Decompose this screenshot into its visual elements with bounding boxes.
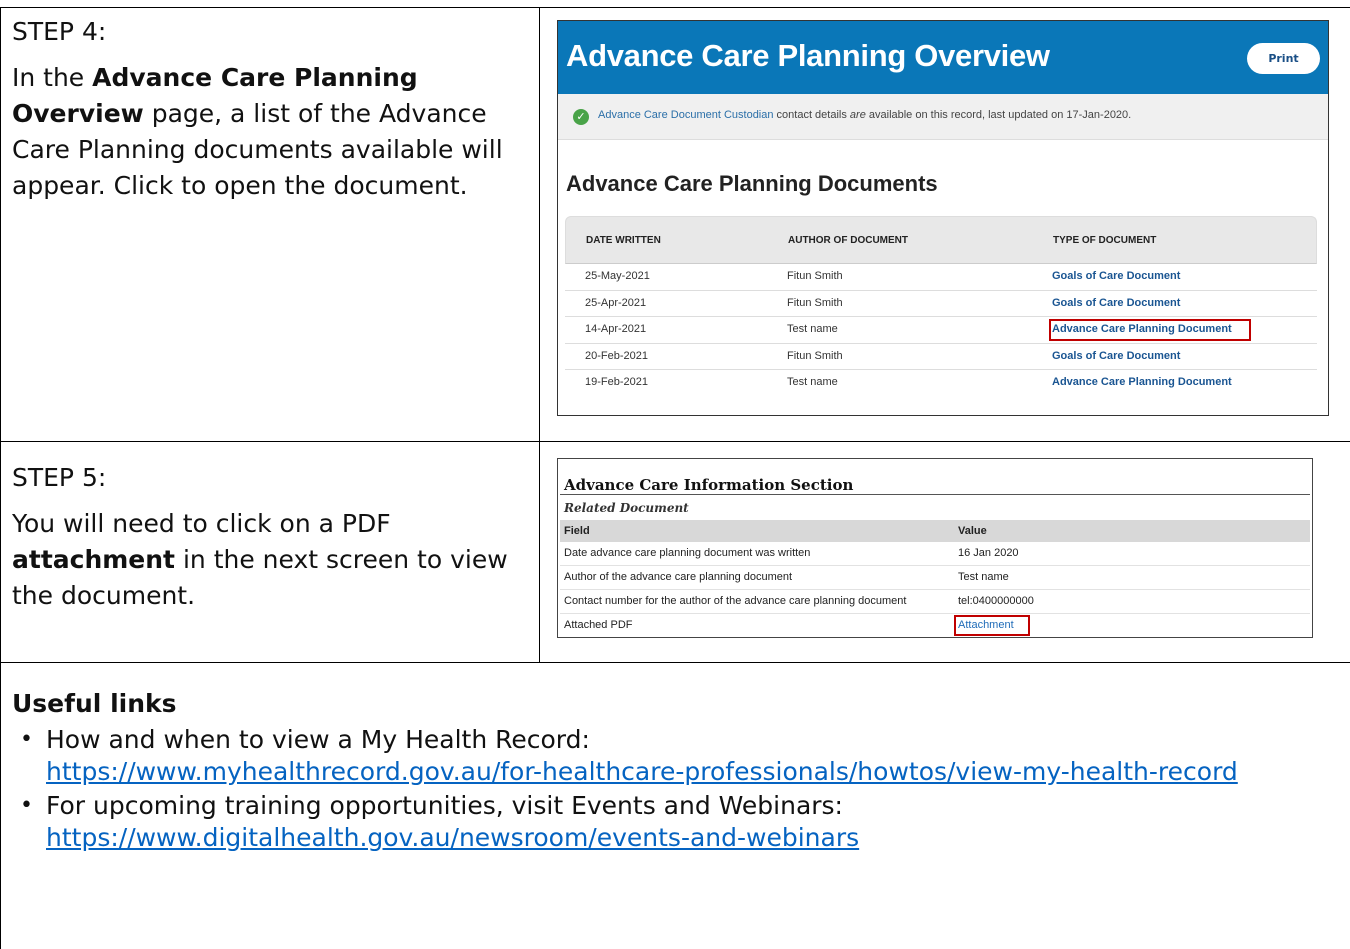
row-value: 16 Jan 2020 <box>958 547 1019 559</box>
table-row: Attached PDF Attachment <box>560 614 1310 637</box>
acp-info-table-header: Field Value <box>560 520 1310 542</box>
row-value: tel:0400000000 <box>958 595 1034 607</box>
notice-text-a: contact details <box>773 109 850 121</box>
bullet-icon: • <box>20 793 33 818</box>
row-author: Fitun Smith <box>787 270 843 282</box>
table-row: 19-Feb-2021 Test name Advance Care Plann… <box>565 370 1317 396</box>
highlight-box <box>954 615 1030 636</box>
table-row: Date advance care planning document was … <box>560 542 1310 566</box>
grid-row-divider-2 <box>0 662 1350 663</box>
row-date: 25-Apr-2021 <box>585 296 647 309</box>
acp-documents-table: DATE WRITTEN AUTHOR OF DOCUMENT TYPE OF … <box>565 216 1317 396</box>
custodian-link[interactable]: Advance Care Document Custodian <box>598 109 773 121</box>
useful-links-section: Useful links • How and when to view a My… <box>12 688 1332 856</box>
check-circle-icon: ✓ <box>573 109 589 125</box>
col-type: TYPE OF DOCUMENT <box>1053 235 1157 246</box>
print-button[interactable]: Print <box>1247 43 1320 74</box>
row-field: Attached PDF <box>564 619 633 631</box>
notice-text-b: available on this record, last updated o… <box>865 109 1132 121</box>
acp-info-screenshot: Advance Care Information Section Related… <box>557 458 1313 638</box>
view-record-link[interactable]: https://www.myhealthrecord.gov.au/for-he… <box>46 757 1238 786</box>
events-webinars-link[interactable]: https://www.digitalhealth.gov.au/newsroo… <box>46 823 859 852</box>
useful-links-list: • How and when to view a My Health Recor… <box>12 724 1332 854</box>
list-item: • How and when to view a My Health Recor… <box>12 724 1332 788</box>
bullet-icon: • <box>20 727 33 752</box>
table-row: 25-Apr-2021 Fitun Smith Goals of Care Do… <box>565 291 1317 317</box>
highlight-box <box>1049 319 1251 341</box>
table-row: 14-Apr-2021 Test name Advance Care Plann… <box>565 317 1317 344</box>
document-link[interactable]: Goals of Care Document <box>1052 350 1180 362</box>
acp-overview-banner: Advance Care Planning Overview Print <box>558 21 1328 94</box>
grid-top-line <box>0 7 1350 8</box>
custodian-notice: ✓ Advance Care Document Custodian contac… <box>558 94 1328 140</box>
document-link[interactable]: Advance Care Planning Document <box>1052 376 1232 388</box>
row-value: Test name <box>958 571 1009 583</box>
grid-row-divider-1 <box>0 441 1350 442</box>
acp-info-title: Advance Care Information Section <box>564 476 854 494</box>
row-field: Author of the advance care planning docu… <box>564 571 793 583</box>
table-row: 20-Feb-2021 Fitun Smith Goals of Care Do… <box>565 344 1317 370</box>
col-value: Value <box>958 525 987 537</box>
step4-text-a: In the <box>12 63 93 92</box>
row-date: 19-Feb-2021 <box>585 376 648 388</box>
row-author: Fitun Smith <box>787 349 843 362</box>
step4-instructions: STEP 4: In the Advance Care Planning Ove… <box>12 14 522 204</box>
step4-title: STEP 4: <box>12 17 107 46</box>
acp-info-table: Field Value Date advance care planning d… <box>560 520 1310 637</box>
row-field: Date advance care planning document was … <box>564 547 811 559</box>
custodian-notice-text: Advance Care Document Custodian contact … <box>598 109 1131 121</box>
document-link[interactable]: Goals of Care Document <box>1052 270 1180 282</box>
acp-documents-heading: Advance Care Planning Documents <box>566 171 938 196</box>
step5-text-a: You will need to click on a PDF <box>12 509 391 538</box>
grid-middle-line <box>539 7 540 663</box>
row-date: 14-Apr-2021 <box>585 323 647 335</box>
step5-text: You will need to click on a PDF attachme… <box>12 506 532 614</box>
instruction-page: STEP 4: In the Advance Care Planning Ove… <box>0 0 1350 949</box>
acp-overview-title: Advance Care Planning Overview <box>566 38 1050 73</box>
table-row: 25-May-2021 Fitun Smith Goals of Care Do… <box>565 264 1317 291</box>
acp-table-header: DATE WRITTEN AUTHOR OF DOCUMENT TYPE OF … <box>565 216 1317 264</box>
col-date-written: DATE WRITTEN <box>586 235 661 246</box>
col-author: AUTHOR OF DOCUMENT <box>788 235 908 246</box>
step5-instructions: STEP 5: You will need to click on a PDF … <box>12 460 532 614</box>
row-date: 25-May-2021 <box>585 270 650 282</box>
row-date: 20-Feb-2021 <box>585 349 648 362</box>
step5-text-bold: attachment <box>12 545 176 574</box>
notice-emphasis: are <box>849 109 866 121</box>
row-author: Fitun Smith <box>787 296 843 309</box>
step4-text: In the Advance Care Planning Overview pa… <box>12 60 522 204</box>
row-field: Contact number for the author of the adv… <box>564 595 907 607</box>
row-author: Test name <box>787 376 838 388</box>
title-rule <box>560 494 1310 495</box>
related-document-subtitle: Related Document <box>564 501 689 515</box>
document-link[interactable]: Goals of Care Document <box>1052 297 1180 309</box>
useful-links-heading: Useful links <box>12 689 177 718</box>
col-field: Field <box>564 525 590 537</box>
list-item: • For upcoming training opportunities, v… <box>12 790 1332 854</box>
link-description: How and when to view a My Health Record: <box>46 725 590 754</box>
link-description: For upcoming training opportunities, vis… <box>46 791 843 820</box>
table-row: Contact number for the author of the adv… <box>560 590 1310 614</box>
table-row: Author of the advance care planning docu… <box>560 566 1310 590</box>
acp-overview-screenshot: Advance Care Planning Overview Print ✓ A… <box>557 20 1329 416</box>
step5-title: STEP 5: <box>12 463 107 492</box>
grid-left-line <box>0 7 1 949</box>
row-author: Test name <box>787 323 838 335</box>
